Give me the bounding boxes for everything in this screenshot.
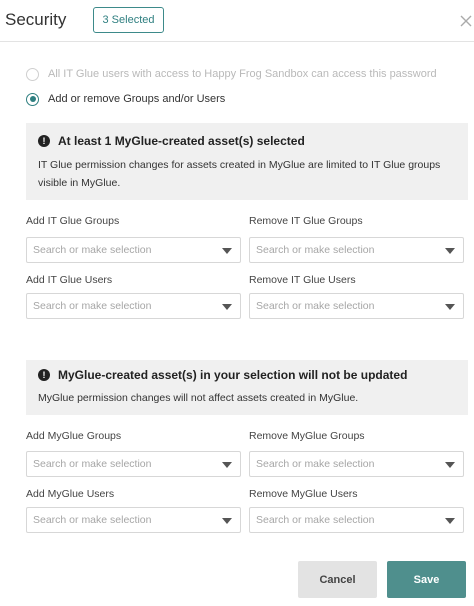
- chevron-down-icon[interactable]: [445, 462, 455, 468]
- select-placeholder: Search or make selection: [33, 300, 152, 312]
- select-placeholder: Search or make selection: [256, 458, 375, 470]
- remove-itglue-users-label: Remove IT Glue Users: [249, 274, 356, 286]
- add-itglue-users-select[interactable]: Search or make selection: [26, 293, 241, 319]
- remove-itglue-groups-select[interactable]: Search or make selection: [249, 237, 464, 263]
- dialog-title: Security: [5, 10, 67, 29]
- itglue-notice: ! At least 1 MyGlue-created asset(s) sel…: [26, 123, 468, 200]
- select-placeholder: Search or make selection: [256, 514, 375, 526]
- remove-itglue-groups-label: Remove IT Glue Groups: [249, 215, 363, 227]
- chevron-down-icon[interactable]: [222, 248, 232, 254]
- itglue-notice-title: At least 1 MyGlue-created asset(s) selec…: [58, 134, 305, 148]
- myglue-notice: ! MyGlue-created asset(s) in your select…: [26, 360, 468, 415]
- myglue-notice-header: ! MyGlue-created asset(s) in your select…: [38, 368, 407, 382]
- exclamation-icon: !: [38, 369, 50, 381]
- add-myglue-groups-select[interactable]: Search or make selection: [26, 451, 241, 477]
- chevron-down-icon[interactable]: [445, 248, 455, 254]
- radio-custom[interactable]: [26, 92, 39, 106]
- selected-count-badge[interactable]: 3 Selected: [93, 7, 164, 33]
- remove-myglue-users-select[interactable]: Search or make selection: [249, 507, 464, 533]
- itglue-notice-body: IT Glue permission changes for assets cr…: [38, 159, 441, 189]
- select-placeholder: Search or make selection: [33, 514, 152, 526]
- myglue-notice-body: MyGlue permission changes will not affec…: [38, 392, 359, 404]
- add-myglue-users-label: Add MyGlue Users: [26, 488, 115, 500]
- itglue-notice-header: ! At least 1 MyGlue-created asset(s) sel…: [38, 134, 305, 148]
- select-placeholder: Search or make selection: [256, 244, 375, 256]
- add-itglue-groups-label: Add IT Glue Groups: [26, 215, 120, 227]
- add-itglue-users-label: Add IT Glue Users: [26, 274, 113, 286]
- access-option-custom-label: Add or remove Groups and/or Users: [48, 93, 226, 105]
- add-itglue-groups-select[interactable]: Search or make selection: [26, 237, 241, 263]
- chevron-down-icon[interactable]: [222, 518, 232, 524]
- access-option-all-label: All IT Glue users with access to Happy F…: [48, 68, 437, 80]
- radio-all-users[interactable]: [26, 67, 39, 81]
- add-myglue-users-select[interactable]: Search or make selection: [26, 507, 241, 533]
- remove-itglue-users-select[interactable]: Search or make selection: [249, 293, 464, 319]
- access-option-custom[interactable]: Add or remove Groups and/or Users: [26, 90, 225, 108]
- remove-myglue-groups-select[interactable]: Search or make selection: [249, 451, 464, 477]
- chevron-down-icon[interactable]: [222, 304, 232, 310]
- dialog-header: Security 3 Selected: [0, 0, 474, 42]
- close-icon[interactable]: [459, 14, 473, 28]
- access-option-all[interactable]: All IT Glue users with access to Happy F…: [26, 65, 437, 83]
- chevron-down-icon[interactable]: [222, 462, 232, 468]
- select-placeholder: Search or make selection: [33, 244, 152, 256]
- myglue-notice-title: MyGlue-created asset(s) in your selectio…: [58, 368, 408, 382]
- cancel-button[interactable]: Cancel: [298, 561, 377, 598]
- remove-myglue-users-label: Remove MyGlue Users: [249, 488, 358, 500]
- chevron-down-icon[interactable]: [445, 518, 455, 524]
- select-placeholder: Search or make selection: [256, 300, 375, 312]
- remove-myglue-groups-label: Remove MyGlue Groups: [249, 430, 365, 442]
- select-placeholder: Search or make selection: [33, 458, 152, 470]
- add-myglue-groups-label: Add MyGlue Groups: [26, 430, 122, 442]
- save-button[interactable]: Save: [387, 561, 466, 598]
- chevron-down-icon[interactable]: [445, 304, 455, 310]
- exclamation-icon: !: [38, 135, 50, 147]
